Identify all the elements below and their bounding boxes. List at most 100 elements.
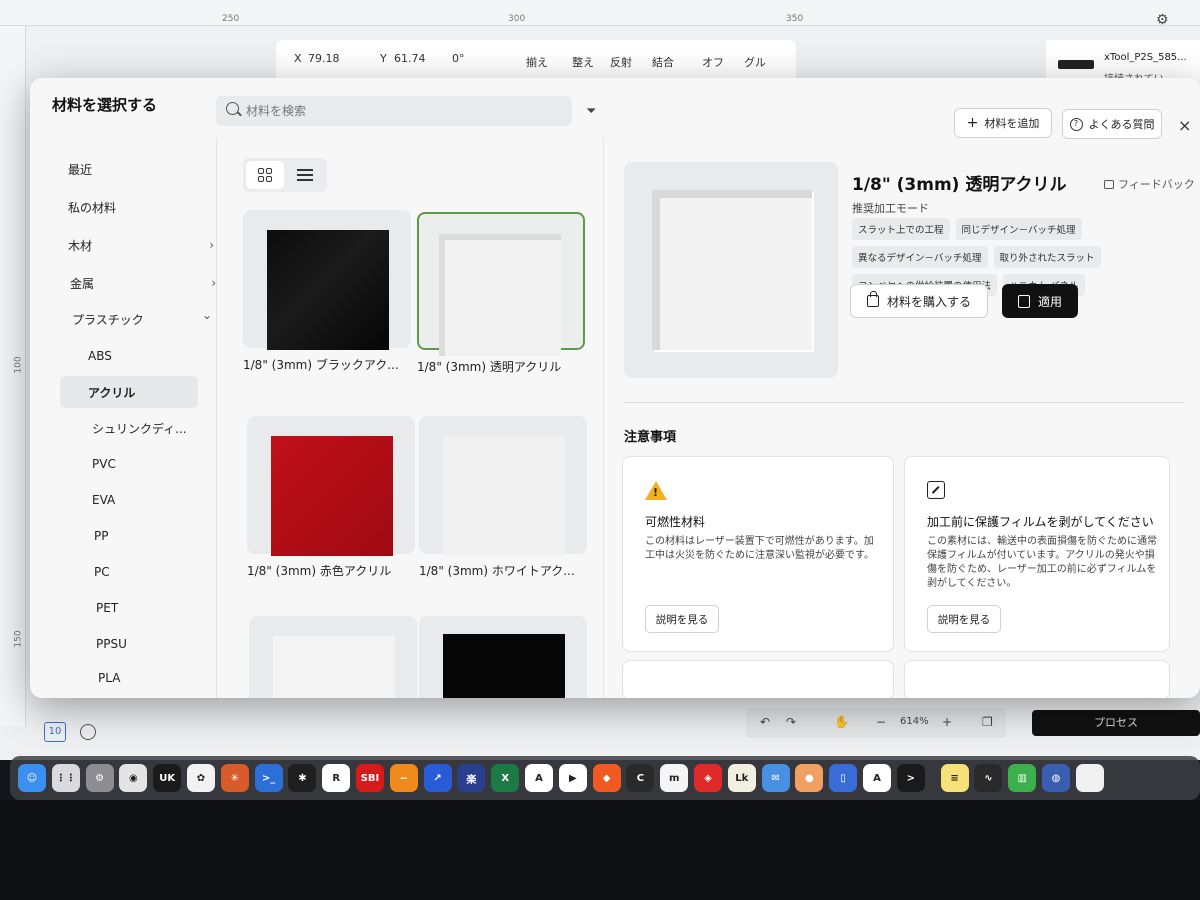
search-box[interactable] — [216, 96, 572, 126]
hand-icon[interactable]: ✋ — [834, 715, 849, 729]
sidebar-sub-acrylic[interactable]: アクリル — [60, 376, 198, 408]
processing-mode-label: 推奨加工モード — [852, 202, 929, 215]
sidebar-sub-shrink[interactable]: シュリンクディ... — [60, 412, 198, 444]
sidebar-sub-pla[interactable]: PLA — [60, 662, 198, 694]
filter-icon[interactable]: ⏷ — [586, 104, 602, 120]
rakuten-bank-icon[interactable]: 楽 — [457, 764, 486, 792]
copy-icon[interactable]: ❐ — [982, 715, 993, 729]
buy-material-button[interactable]: 材料を購入する — [850, 284, 988, 318]
material-card-clear-acrylic[interactable]: 1/8" (3mm) 透明アクリル — [417, 212, 585, 375]
note-body: この素材には、輸送中の表面損傷を防ぐために通常保護フィルムが付いています。アクリ… — [927, 536, 1157, 589]
close-icon[interactable]: × — [1178, 116, 1191, 135]
chatgpt-icon[interactable]: ✿ — [187, 764, 215, 792]
arrange-action[interactable]: 整え — [572, 54, 594, 70]
suno-icon[interactable]: ● — [795, 764, 824, 792]
youtube-icon[interactable]: ▶ — [558, 764, 587, 792]
sidebar-sub-abs[interactable]: ABS — [60, 340, 198, 372]
feedback-label: フィードバック — [1118, 178, 1195, 191]
material-card-partial[interactable] — [249, 616, 417, 698]
material-card-partial[interactable] — [419, 616, 587, 698]
brave-icon[interactable]: ◆ — [592, 764, 621, 792]
mail-icon[interactable]: ✉ — [761, 764, 790, 792]
app-blank-icon[interactable] — [1075, 764, 1104, 792]
numbers-icon[interactable]: ▥ — [1008, 764, 1037, 792]
gear-icon[interactable]: ⚙ — [1156, 12, 1169, 28]
rakuten-icon[interactable]: R — [322, 764, 351, 792]
launchpad-icon[interactable]: ⋮⋮ — [51, 764, 80, 792]
view-explanation-button[interactable]: 説明を見る — [645, 605, 719, 633]
app-drive-icon[interactable]: ◍ — [1042, 764, 1070, 792]
combine-action[interactable]: 結合 — [652, 54, 674, 70]
sidebar-item-my-materials[interactable]: 私の材料 — [68, 190, 218, 224]
view-explanation-button[interactable]: 説明を見る — [927, 605, 1001, 633]
chrome-icon[interactable]: ◉ — [119, 764, 148, 792]
app-a-icon[interactable]: A — [525, 764, 553, 792]
sidebar-item-wood[interactable]: 木材 › — [68, 228, 218, 262]
app-phone-icon[interactable]: ▯ — [829, 764, 858, 792]
grid-view-button[interactable] — [246, 161, 284, 189]
notes-icon[interactable]: ≡ — [940, 764, 969, 792]
modal-header: 材料を選択する ⏷ + 材料を追加 ? よくある質問 × — [30, 78, 1200, 139]
faq-button[interactable]: ? よくある質問 — [1062, 109, 1162, 139]
view-toggle — [243, 158, 327, 192]
sidebar-item-recent[interactable]: 最近 — [68, 152, 218, 186]
flip-action[interactable]: 反射 — [610, 54, 632, 70]
align-action[interactable]: 揃え — [526, 54, 548, 70]
undo-icon[interactable]: ↶ — [760, 715, 770, 729]
sidebar-sub-pp[interactable]: PP — [60, 520, 198, 552]
sidebar-sub-pc[interactable]: PC — [60, 556, 198, 588]
app-lk-icon[interactable]: Lk — [727, 764, 756, 792]
search-input[interactable] — [246, 101, 546, 121]
history-icon[interactable] — [80, 724, 96, 740]
sidebar-sub-eva[interactable]: EVA — [60, 484, 198, 516]
claude-icon[interactable]: ✳ — [220, 764, 249, 792]
excel-icon[interactable]: X — [491, 764, 520, 792]
layer-count-badge[interactable]: 10 — [44, 722, 66, 742]
xtool-icon[interactable]: UK — [153, 764, 182, 792]
apply-button[interactable]: 適用 — [1002, 284, 1078, 318]
plus-icon: + — [966, 115, 979, 131]
app-c-icon[interactable]: C — [626, 764, 655, 792]
terminal-blue-icon[interactable]: >_ — [254, 764, 283, 792]
material-card-white-acrylic[interactable]: 1/8" (3mm) ホワイトアク... — [419, 416, 587, 579]
airbnb-icon[interactable]: A — [863, 764, 891, 792]
activity-monitor-icon[interactable]: ∿ — [974, 764, 1003, 792]
feedback-link[interactable]: フィードバック — [1104, 176, 1195, 192]
terminal-icon[interactable]: > — [896, 764, 925, 792]
perplexity-icon[interactable]: ✱ — [288, 764, 317, 792]
sidebar-item-plastic[interactable]: プラスチック ⌄ — [72, 302, 222, 336]
preview-swatch — [652, 190, 812, 350]
add-material-button[interactable]: + 材料を追加 — [954, 108, 1052, 138]
apply-label: 適用 — [1037, 294, 1062, 309]
sbi-icon[interactable]: SBI — [356, 764, 384, 792]
list-view-button[interactable] — [286, 161, 324, 189]
rotation-value[interactable]: 0° — [452, 52, 465, 65]
sidebar-sub-pvc[interactable]: PVC — [60, 448, 198, 480]
material-swatch — [273, 636, 395, 698]
zoom-out-button[interactable]: − — [876, 715, 886, 729]
app-m-icon[interactable]: m — [660, 764, 689, 792]
tradingview-icon[interactable]: ↗ — [423, 764, 452, 792]
process-button[interactable]: プロセス — [1032, 710, 1200, 736]
sidebar-sub-ppsu[interactable]: PPSU — [60, 628, 198, 660]
material-card-red-acrylic[interactable]: 1/8" (3mm) 赤色アクリル — [247, 416, 415, 579]
mode-tag: 異なるデザイン－バッチ処理 — [852, 246, 988, 268]
system-settings-icon[interactable]: ⚙ — [85, 764, 114, 792]
mode-tag: スラット上での工程 — [852, 218, 950, 240]
app-cube-icon[interactable]: ◈ — [694, 764, 722, 792]
sidebar-item-label: 私の材料 — [68, 200, 117, 215]
sidebar-sub-pet[interactable]: PET — [60, 592, 198, 624]
vertical-ruler: 100 150 — [0, 26, 26, 726]
material-card-black-acrylic[interactable]: 1/8" (3mm) ブラックアク... — [243, 210, 411, 373]
note-body: この材料はレーザー装置下で可燃性があります。加工中は火災を防ぐために注意深い監視… — [645, 536, 874, 561]
stocks-orange-icon[interactable]: ~ — [389, 764, 418, 792]
finder-icon[interactable]: ☺ — [18, 764, 46, 792]
y-value[interactable]: 61.74 — [394, 52, 426, 65]
zoom-in-button[interactable]: + — [942, 715, 952, 729]
offset-action[interactable]: オフ — [702, 54, 724, 70]
x-value[interactable]: 79.18 — [308, 52, 340, 65]
redo-icon[interactable]: ↷ — [786, 715, 796, 729]
chevron-right-icon: › — [209, 238, 214, 252]
group-action[interactable]: グル — [744, 54, 766, 70]
sidebar-item-metal[interactable]: 金属 › — [70, 266, 220, 300]
